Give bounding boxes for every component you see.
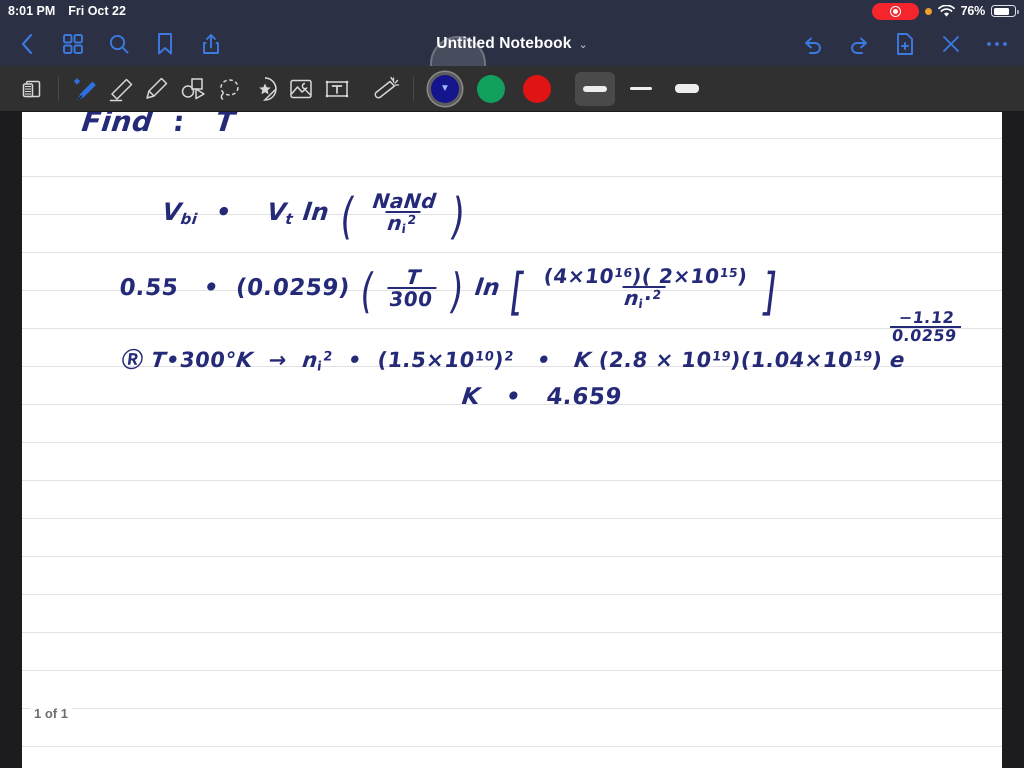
more-options-icon[interactable] xyxy=(984,31,1010,57)
color-swatch-green[interactable] xyxy=(477,74,505,103)
color-swatch-red[interactable] xyxy=(523,74,551,103)
nav-right-group xyxy=(800,31,1010,57)
bookmark-icon[interactable] xyxy=(152,31,178,57)
note-ni-line: Ⓡ T•300°K → ni2 • (1.5×1010)2 • K (2.8 ×… xyxy=(120,348,907,375)
text-box-icon[interactable] xyxy=(319,71,355,107)
status-bar-date: Fri Oct 22 xyxy=(68,4,126,18)
note-paper[interactable]: Find : T Vbi • Vt ln ( NaNd ni2 ) 0.55 •… xyxy=(22,112,1002,768)
sticker-icon[interactable] xyxy=(247,71,283,107)
toolbar-divider-2 xyxy=(413,76,414,101)
microphone-indicator-icon xyxy=(924,7,932,15)
battery-icon xyxy=(991,5,1019,17)
close-icon[interactable] xyxy=(938,31,964,57)
note-k-result: K • 4.659 xyxy=(460,384,624,410)
screen-recording-icon[interactable] xyxy=(871,2,919,20)
stroke-width-thick[interactable] xyxy=(667,72,707,106)
new-page-icon[interactable] xyxy=(892,31,918,57)
redo-icon[interactable] xyxy=(846,31,872,57)
nav-left-group xyxy=(14,31,224,57)
chevron-down-icon: ▼ xyxy=(440,82,450,94)
grid-library-icon[interactable] xyxy=(60,31,86,57)
ios-status-bar: 8:01 PM Fri Oct 22 76% xyxy=(0,0,1024,22)
battery-percentage: 76% xyxy=(960,4,986,18)
page-layout-icon[interactable] xyxy=(14,71,50,107)
share-icon[interactable] xyxy=(198,31,224,57)
undo-icon[interactable] xyxy=(800,31,826,57)
pen-icon[interactable] xyxy=(67,71,103,107)
chevron-down-icon[interactable]: ⌄ xyxy=(578,38,587,51)
note-find-line: Find : T xyxy=(79,112,238,138)
drawing-toolbar: ▼ xyxy=(0,66,1024,112)
highlighter-icon[interactable] xyxy=(139,71,175,107)
eraser-icon[interactable] xyxy=(103,71,139,107)
note-substitution-line: 0.55 • (0.0259) ( T 300 ) ln [ (4×1016)(… xyxy=(117,262,781,321)
magic-wand-icon[interactable] xyxy=(369,71,405,107)
note-canvas[interactable]: Find : T Vbi • Vt ln ( NaNd ni2 ) 0.55 •… xyxy=(0,112,1024,768)
shapes-icon[interactable] xyxy=(175,71,211,107)
navigation-bar: Untitled Notebook ⌄ xyxy=(0,22,1024,92)
notability-app-window: 8:01 PM Fri Oct 22 76% Untitled Notebook… xyxy=(0,0,1024,768)
note-vbi-formula: Vbi • Vt ln ( NaNd ni2 ) xyxy=(160,187,469,245)
stroke-width-medium[interactable] xyxy=(575,71,615,106)
status-bar-left: 8:01 PM Fri Oct 22 xyxy=(8,4,126,18)
lasso-icon[interactable] xyxy=(211,71,247,107)
status-bar-right: 76% xyxy=(871,2,1019,20)
page-indicator: 1 of 1 xyxy=(30,705,72,722)
toolbar-divider xyxy=(58,76,59,101)
status-bar-time: 8:01 PM xyxy=(8,4,56,18)
color-swatch-navy[interactable]: ▼ xyxy=(431,74,459,103)
back-chevron-icon[interactable] xyxy=(14,31,40,57)
stroke-width-thin[interactable] xyxy=(621,72,661,106)
wifi-icon xyxy=(937,4,955,17)
image-icon[interactable] xyxy=(283,71,319,107)
search-icon[interactable] xyxy=(106,31,132,57)
